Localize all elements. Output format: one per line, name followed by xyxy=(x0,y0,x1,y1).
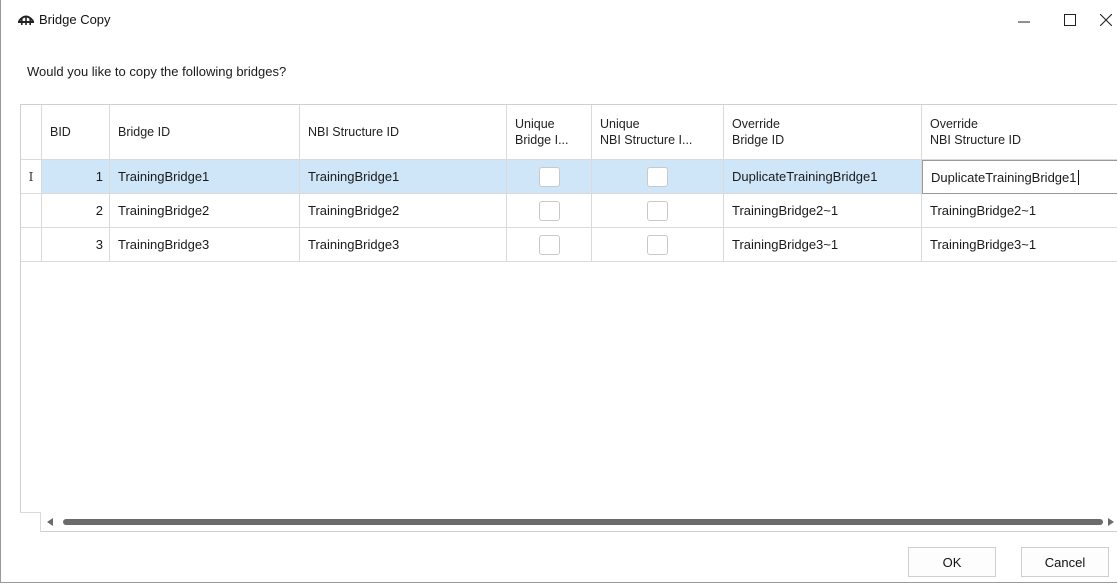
column-header-label: Unique xyxy=(600,117,640,131)
minimize-icon xyxy=(1018,21,1030,23)
cell-nbi-structure-id[interactable]: TrainingBridge2 xyxy=(300,194,507,228)
cell-nbi-structure-id[interactable]: TrainingBridge1 xyxy=(300,160,507,194)
horizontal-scrollbar[interactable] xyxy=(20,512,1117,532)
column-header-label: Unique xyxy=(515,117,555,131)
table-row[interactable]: 3 TrainingBridge3 TrainingBridge3 Traini… xyxy=(21,228,1117,262)
column-header-label: Bridge ID xyxy=(732,133,785,147)
row-header[interactable] xyxy=(21,228,42,262)
column-header-bid[interactable]: BID xyxy=(42,105,110,160)
column-header-unique-nbi-structure-id[interactable]: Unique NBI Structure I... xyxy=(592,105,724,160)
scroll-right-arrow-icon[interactable] xyxy=(1108,518,1114,526)
column-header-label: Bridge I... xyxy=(515,133,569,147)
cancel-button[interactable]: Cancel xyxy=(1021,547,1109,577)
copy-prompt: Would you like to copy the following bri… xyxy=(27,64,287,79)
text-cursor-icon: I xyxy=(28,169,34,184)
column-header-label: NBI Structure I... xyxy=(600,133,693,147)
cell-nbi-structure-id[interactable]: TrainingBridge3 xyxy=(300,228,507,262)
cell-bid[interactable]: 2 xyxy=(42,194,110,228)
bridges-grid: BID Bridge ID NBI Structure ID Unique Br… xyxy=(20,104,1117,532)
title-bar[interactable]: Bridge Copy xyxy=(1,0,1117,40)
unique-nbi-structure-id-checkbox[interactable] xyxy=(647,166,668,187)
column-header-bridge-id[interactable]: Bridge ID xyxy=(110,105,300,160)
override-nbi-structure-id-input[interactable]: DuplicateTrainingBridge1 xyxy=(922,160,1117,194)
column-header-label: Override xyxy=(930,117,978,131)
row-header-corner xyxy=(21,105,42,160)
cell-override-bridge-id[interactable]: TrainingBridge2~1 xyxy=(724,194,922,228)
unique-bridge-id-checkbox[interactable] xyxy=(538,166,560,187)
maximize-icon xyxy=(1064,14,1076,26)
cell-override-bridge-id[interactable]: DuplicateTrainingBridge1 xyxy=(724,160,922,194)
cell-unique-nbi-structure-id[interactable] xyxy=(592,160,724,194)
cell-override-bridge-id[interactable]: TrainingBridge3~1 xyxy=(724,228,922,262)
text-caret xyxy=(1077,169,1079,185)
row-header[interactable]: I xyxy=(21,160,42,194)
column-header-label: NBI Structure ID xyxy=(930,133,1021,147)
scroll-left-arrow-icon[interactable] xyxy=(47,518,53,526)
window-title: Bridge Copy xyxy=(39,12,111,27)
cell-override-nbi-structure-id[interactable]: TrainingBridge2~1 xyxy=(922,194,1117,228)
row-header[interactable] xyxy=(21,194,42,228)
column-header-override-bridge-id[interactable]: Override Bridge ID xyxy=(724,105,922,160)
cell-unique-bridge-id[interactable] xyxy=(507,160,592,194)
bridge-icon xyxy=(18,15,34,25)
ok-button[interactable]: OK xyxy=(908,547,996,577)
cell-bridge-id[interactable]: TrainingBridge3 xyxy=(110,228,300,262)
column-header-nbi-structure-id[interactable]: NBI Structure ID xyxy=(300,105,507,160)
table-row[interactable]: I 1 TrainingBridge1 TrainingBridge1 Dupl… xyxy=(21,160,1117,194)
maximize-button[interactable] xyxy=(1047,0,1093,40)
column-header-label: Override xyxy=(732,117,780,131)
cell-override-nbi-structure-id[interactable]: TrainingBridge3~1 xyxy=(922,228,1117,262)
unique-nbi-structure-id-checkbox[interactable] xyxy=(647,200,668,221)
cell-bid[interactable]: 3 xyxy=(42,228,110,262)
minimize-button[interactable] xyxy=(1001,0,1047,40)
cell-bridge-id[interactable]: TrainingBridge1 xyxy=(110,160,300,194)
cell-unique-nbi-structure-id[interactable] xyxy=(592,194,724,228)
cell-unique-nbi-structure-id[interactable] xyxy=(592,228,724,262)
column-header-unique-bridge-id[interactable]: Unique Bridge I... xyxy=(507,105,592,160)
cell-bridge-id[interactable]: TrainingBridge2 xyxy=(110,194,300,228)
column-header-label: BID xyxy=(50,125,71,139)
close-button[interactable] xyxy=(1093,0,1118,40)
close-icon xyxy=(1100,14,1112,26)
column-header-label: NBI Structure ID xyxy=(308,125,399,139)
scrollbar-corner xyxy=(20,512,41,532)
column-header-label: Bridge ID xyxy=(118,125,171,139)
cell-unique-bridge-id[interactable] xyxy=(507,228,592,262)
unique-bridge-id-checkbox[interactable] xyxy=(538,234,560,255)
unique-bridge-id-checkbox[interactable] xyxy=(538,200,560,221)
column-header-override-nbi-structure-id[interactable]: Override NBI Structure ID xyxy=(922,105,1117,160)
bridge-copy-dialog: Bridge Copy Would you like to copy the f… xyxy=(0,0,1117,583)
table-row[interactable]: 2 TrainingBridge2 TrainingBridge2 Traini… xyxy=(21,194,1117,228)
override-nbi-structure-id-value: DuplicateTrainingBridge1 xyxy=(931,169,1077,185)
cell-bid[interactable]: 1 xyxy=(42,160,110,194)
cell-unique-bridge-id[interactable] xyxy=(507,194,592,228)
unique-nbi-structure-id-checkbox[interactable] xyxy=(647,234,668,255)
scrollbar-thumb[interactable] xyxy=(63,519,1103,525)
